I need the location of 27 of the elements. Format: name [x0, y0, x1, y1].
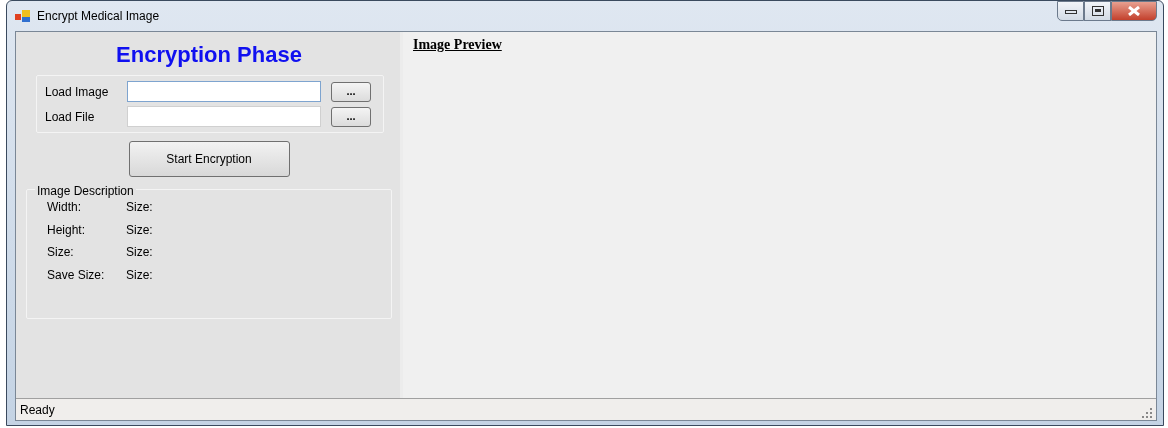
minimize-button[interactable] — [1057, 1, 1084, 21]
field-value: Size: — [126, 266, 153, 284]
window-title: Encrypt Medical Image — [37, 8, 160, 25]
status-text: Ready — [20, 401, 55, 419]
app-icon — [15, 9, 31, 23]
field-label: Load Image — [45, 83, 110, 101]
browse-button[interactable]: ... — [331, 81, 371, 102]
field-label: Height: — [47, 221, 87, 239]
encryption-heading: Encryption Phase — [115, 41, 303, 69]
resize-grip-icon[interactable] — [1142, 408, 1152, 418]
input-field[interactable] — [127, 106, 321, 127]
field-label: Load File — [45, 108, 96, 126]
field-value: Size: — [126, 244, 153, 262]
minimize-icon — [1064, 8, 1077, 14]
close-button[interactable] — [1111, 1, 1157, 21]
start-encryption-button[interactable]: Start Encryption — [128, 141, 290, 177]
maximize-button[interactable] — [1084, 1, 1111, 21]
browse-button[interactable]: ... — [331, 106, 371, 127]
field-label: Save Size: — [47, 266, 106, 284]
field-value: Size: — [126, 199, 153, 217]
input-field[interactable] — [127, 81, 321, 102]
field-label: Size: — [47, 244, 75, 262]
field-value: Size: — [126, 221, 153, 239]
preview-title: Image Preview — [413, 37, 502, 52]
field-label: Width: — [47, 199, 82, 217]
maximize-icon — [1091, 6, 1104, 16]
close-icon — [1128, 6, 1140, 16]
